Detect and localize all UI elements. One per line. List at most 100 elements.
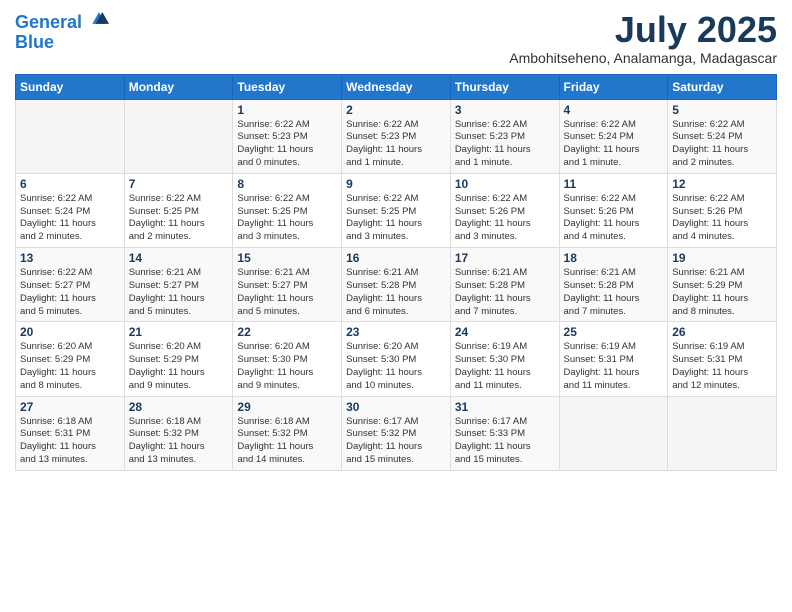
day-info: Sunrise: 6:22 AM Sunset: 5:23 PM Dayligh… — [237, 119, 337, 170]
calendar-cell: 2 Sunrise: 6:22 AM Sunset: 5:23 PM Daylig… — [342, 99, 451, 173]
day-info: Sunrise: 6:19 AM Sunset: 5:30 PM Dayligh… — [455, 341, 555, 392]
day-info: Sunrise: 6:21 AM Sunset: 5:28 PM Dayligh… — [564, 267, 664, 318]
calendar-week-4: 20 Sunrise: 6:20 AM Sunset: 5:29 PM Dayli… — [16, 322, 777, 396]
day-info: Sunrise: 6:22 AM Sunset: 5:23 PM Dayligh… — [346, 119, 446, 170]
day-info: Sunrise: 6:22 AM Sunset: 5:26 PM Dayligh… — [672, 193, 772, 244]
calendar-cell: 17 Sunrise: 6:21 AM Sunset: 5:28 PM Dayli… — [450, 248, 559, 322]
calendar-cell: 14Sunrise: 6:21 AM Sunset: 5:27 PM Dayli… — [124, 248, 233, 322]
month-title: July 2025 — [509, 10, 777, 50]
calendar-cell: 6 Sunrise: 6:22 AM Sunset: 5:24 PM Daylig… — [16, 173, 125, 247]
header-friday: Friday — [559, 74, 668, 99]
day-number: 8 — [237, 177, 337, 191]
day-info: Sunrise: 6:21 AM Sunset: 5:27 PM Dayligh… — [237, 267, 337, 318]
day-number: 4 — [564, 103, 664, 117]
calendar-cell: 26 Sunrise: 6:19 AM Sunset: 5:31 PM Dayli… — [668, 322, 777, 396]
calendar-cell: 12 Sunrise: 6:22 AM Sunset: 5:26 PM Dayli… — [668, 173, 777, 247]
day-number: 14 — [129, 251, 229, 265]
day-number: 7 — [129, 177, 229, 191]
day-number: 19 — [672, 251, 772, 265]
day-number: 3 — [455, 103, 555, 117]
header-tuesday: Tuesday — [233, 74, 342, 99]
calendar-cell: 24Sunrise: 6:19 AM Sunset: 5:30 PM Dayli… — [450, 322, 559, 396]
header-thursday: Thursday — [450, 74, 559, 99]
calendar-cell: 9Sunrise: 6:22 AM Sunset: 5:25 PM Daylig… — [342, 173, 451, 247]
header-sunday: Sunday — [16, 74, 125, 99]
header: General Blue July 2025 Ambohitseheno, An… — [15, 10, 777, 66]
calendar-week-5: 27 Sunrise: 6:18 AM Sunset: 5:31 PM Dayli… — [16, 396, 777, 470]
header-wednesday: Wednesday — [342, 74, 451, 99]
calendar-week-3: 13Sunrise: 6:22 AM Sunset: 5:27 PM Dayli… — [16, 248, 777, 322]
day-number: 25 — [564, 325, 664, 339]
day-number: 20 — [20, 325, 120, 339]
day-number: 2 — [346, 103, 446, 117]
calendar-cell: 8Sunrise: 6:22 AM Sunset: 5:25 PM Daylig… — [233, 173, 342, 247]
day-info: Sunrise: 6:22 AM Sunset: 5:24 PM Dayligh… — [564, 119, 664, 170]
calendar-cell: 7 Sunrise: 6:22 AM Sunset: 5:25 PM Daylig… — [124, 173, 233, 247]
calendar-cell: 25 Sunrise: 6:19 AM Sunset: 5:31 PM Dayli… — [559, 322, 668, 396]
day-number: 6 — [20, 177, 120, 191]
day-number: 18 — [564, 251, 664, 265]
calendar-cell: 3Sunrise: 6:22 AM Sunset: 5:23 PM Daylig… — [450, 99, 559, 173]
day-info: Sunrise: 6:19 AM Sunset: 5:31 PM Dayligh… — [564, 341, 664, 392]
calendar-cell: 31Sunrise: 6:17 AM Sunset: 5:33 PM Dayli… — [450, 396, 559, 470]
day-number: 26 — [672, 325, 772, 339]
day-info: Sunrise: 6:17 AM Sunset: 5:33 PM Dayligh… — [455, 416, 555, 467]
calendar-cell: 16 Sunrise: 6:21 AM Sunset: 5:28 PM Dayli… — [342, 248, 451, 322]
calendar-cell: 1 Sunrise: 6:22 AM Sunset: 5:23 PM Daylig… — [233, 99, 342, 173]
day-info: Sunrise: 6:22 AM Sunset: 5:25 PM Dayligh… — [129, 193, 229, 244]
calendar-cell: 19 Sunrise: 6:21 AM Sunset: 5:29 PM Dayli… — [668, 248, 777, 322]
day-number: 9 — [346, 177, 446, 191]
calendar-week-2: 6 Sunrise: 6:22 AM Sunset: 5:24 PM Daylig… — [16, 173, 777, 247]
calendar-cell — [668, 396, 777, 470]
day-number: 11 — [564, 177, 664, 191]
logo-text: General — [15, 10, 109, 33]
day-info: Sunrise: 6:22 AM Sunset: 5:26 PM Dayligh… — [455, 193, 555, 244]
day-number: 10 — [455, 177, 555, 191]
calendar-cell: 27 Sunrise: 6:18 AM Sunset: 5:31 PM Dayli… — [16, 396, 125, 470]
day-number: 1 — [237, 103, 337, 117]
day-number: 27 — [20, 400, 120, 414]
day-number: 30 — [346, 400, 446, 414]
calendar-cell: 5 Sunrise: 6:22 AM Sunset: 5:24 PM Daylig… — [668, 99, 777, 173]
day-info: Sunrise: 6:22 AM Sunset: 5:27 PM Dayligh… — [20, 267, 120, 318]
calendar-cell: 21 Sunrise: 6:20 AM Sunset: 5:29 PM Dayli… — [124, 322, 233, 396]
calendar-cell: 11 Sunrise: 6:22 AM Sunset: 5:26 PM Dayli… — [559, 173, 668, 247]
day-info: Sunrise: 6:22 AM Sunset: 5:26 PM Dayligh… — [564, 193, 664, 244]
day-info: Sunrise: 6:20 AM Sunset: 5:29 PM Dayligh… — [129, 341, 229, 392]
day-info: Sunrise: 6:21 AM Sunset: 5:29 PM Dayligh… — [672, 267, 772, 318]
day-number: 12 — [672, 177, 772, 191]
day-info: Sunrise: 6:20 AM Sunset: 5:30 PM Dayligh… — [237, 341, 337, 392]
day-info: Sunrise: 6:22 AM Sunset: 5:24 PM Dayligh… — [672, 119, 772, 170]
calendar: Sunday Monday Tuesday Wednesday Thursday… — [15, 74, 777, 471]
day-number: 22 — [237, 325, 337, 339]
day-number: 5 — [672, 103, 772, 117]
calendar-cell: 15Sunrise: 6:21 AM Sunset: 5:27 PM Dayli… — [233, 248, 342, 322]
calendar-header-row: Sunday Monday Tuesday Wednesday Thursday… — [16, 74, 777, 99]
day-info: Sunrise: 6:18 AM Sunset: 5:32 PM Dayligh… — [237, 416, 337, 467]
day-info: Sunrise: 6:21 AM Sunset: 5:28 PM Dayligh… — [346, 267, 446, 318]
day-info: Sunrise: 6:22 AM Sunset: 5:24 PM Dayligh… — [20, 193, 120, 244]
calendar-cell: 30Sunrise: 6:17 AM Sunset: 5:32 PM Dayli… — [342, 396, 451, 470]
location: Ambohitseheno, Analamanga, Madagascar — [509, 50, 777, 66]
header-monday: Monday — [124, 74, 233, 99]
calendar-cell — [124, 99, 233, 173]
day-info: Sunrise: 6:21 AM Sunset: 5:28 PM Dayligh… — [455, 267, 555, 318]
calendar-cell: 13Sunrise: 6:22 AM Sunset: 5:27 PM Dayli… — [16, 248, 125, 322]
calendar-cell — [16, 99, 125, 173]
day-number: 16 — [346, 251, 446, 265]
calendar-cell: 20Sunrise: 6:20 AM Sunset: 5:29 PM Dayli… — [16, 322, 125, 396]
day-number: 23 — [346, 325, 446, 339]
page: General Blue July 2025 Ambohitseheno, An… — [0, 0, 792, 612]
day-number: 17 — [455, 251, 555, 265]
calendar-cell: 10 Sunrise: 6:22 AM Sunset: 5:26 PM Dayli… — [450, 173, 559, 247]
header-saturday: Saturday — [668, 74, 777, 99]
day-info: Sunrise: 6:18 AM Sunset: 5:31 PM Dayligh… — [20, 416, 120, 467]
calendar-cell: 4 Sunrise: 6:22 AM Sunset: 5:24 PM Daylig… — [559, 99, 668, 173]
logo-line2: Blue — [15, 33, 109, 53]
day-info: Sunrise: 6:19 AM Sunset: 5:31 PM Dayligh… — [672, 341, 772, 392]
logo: General Blue — [15, 10, 109, 53]
calendar-cell: 29Sunrise: 6:18 AM Sunset: 5:32 PM Dayli… — [233, 396, 342, 470]
calendar-cell: 23Sunrise: 6:20 AM Sunset: 5:30 PM Dayli… — [342, 322, 451, 396]
day-number: 21 — [129, 325, 229, 339]
logo-icon — [89, 8, 109, 28]
